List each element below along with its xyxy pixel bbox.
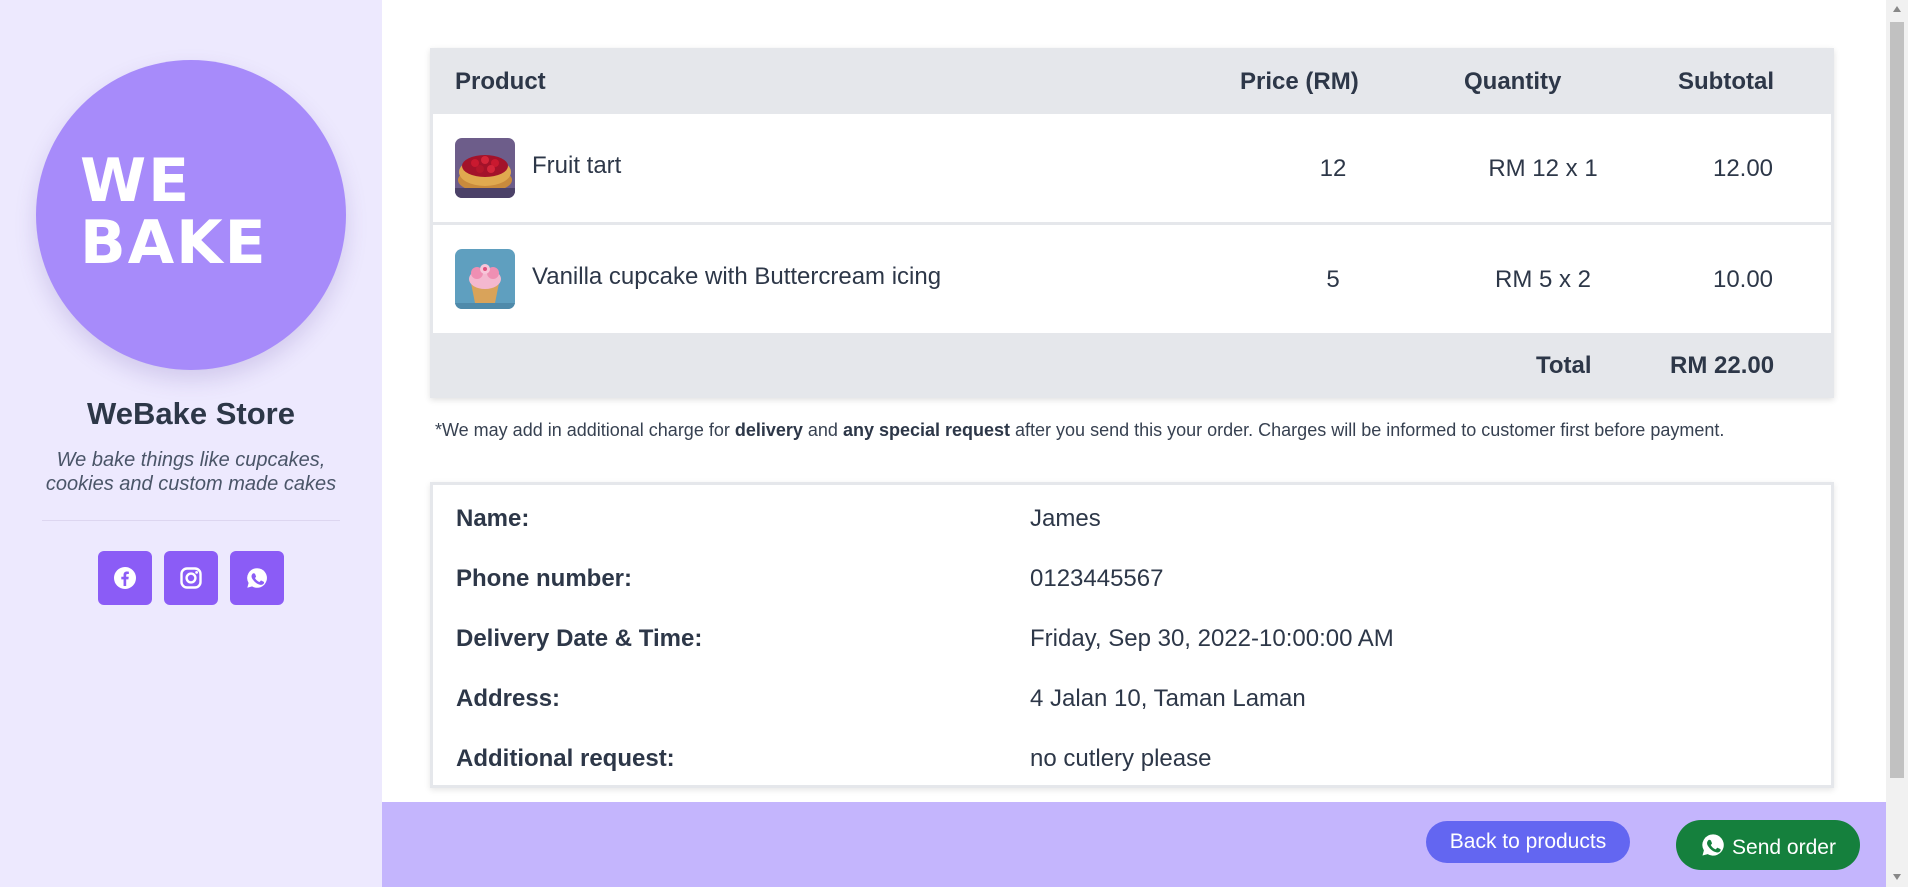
product-price: 12: [1319, 155, 1347, 182]
detail-value-name: James: [1030, 505, 1101, 532]
detail-label-name: Name:: [456, 505, 530, 532]
cart-table-header: Product Price (RM) Quantity Subtotal: [430, 48, 1834, 114]
note-text: *We may add in additional charge for: [435, 420, 735, 440]
cart-row: Fruit tart 12 RM 12 x 1 12.00: [433, 114, 1831, 222]
product-name: Fruit tart: [532, 152, 622, 179]
column-header-quantity: Quantity: [1464, 68, 1562, 95]
whatsapp-icon: [1702, 834, 1724, 856]
store-logo: WE BAKE: [36, 60, 346, 370]
product-quantity: RM 12 x 1: [1488, 155, 1598, 182]
whatsapp-button[interactable]: [230, 551, 284, 605]
scroll-up-arrow-icon[interactable]: [1893, 6, 1901, 12]
note-delivery: delivery: [734, 420, 803, 440]
product-subtotal: 10.00: [1712, 266, 1774, 293]
action-bar: Back to products Send order: [382, 802, 1886, 887]
note-text: and: [802, 420, 843, 440]
whatsapp-icon: [247, 568, 267, 588]
back-to-products-button[interactable]: Back to products: [1426, 821, 1630, 863]
cart-total-row: Total RM 22.00: [430, 334, 1834, 398]
detail-label-delivery: Delivery Date & Time:: [456, 625, 703, 652]
facebook-button[interactable]: [98, 551, 152, 605]
product-quantity: RM 5 x 2: [1494, 266, 1592, 293]
total-value: RM 22.00: [1670, 352, 1775, 379]
detail-label-request: Additional request:: [456, 745, 675, 772]
send-button-label: Send order: [1732, 836, 1836, 859]
column-header-price: Price (RM): [1240, 68, 1359, 95]
sidebar-divider: [42, 520, 340, 521]
instagram-icon: [180, 567, 202, 589]
store-name: WeBake Store: [87, 396, 295, 431]
detail-value-delivery: Friday, Sep 30, 2022-10:00:00 AM: [1030, 625, 1394, 652]
product-price: 5: [1326, 266, 1340, 293]
column-header-product: Product: [455, 68, 546, 95]
logo-text: WE BAKE: [80, 150, 268, 274]
cart-table: Product Price (RM) Quantity Subtotal Fru…: [430, 48, 1834, 398]
detail-label-address: Address:: [456, 685, 561, 712]
order-summary-main: Product Price (RM) Quantity Subtotal Fru…: [382, 0, 1886, 802]
total-label: Total: [1536, 352, 1592, 379]
cart-row: Vanilla cupcake with Buttercream icing 5…: [433, 225, 1831, 333]
send-order-button[interactable]: Send order: [1676, 820, 1860, 870]
additional-charge-note: *We may add in additional charge for del…: [435, 420, 1724, 441]
detail-value-request: no cutlery please: [1030, 745, 1212, 772]
back-button-label: Back to products: [1449, 830, 1607, 853]
product-subtotal: 12.00: [1712, 155, 1774, 182]
logo-line-1: WE: [80, 146, 192, 216]
note-text: after you send this your order. Charges …: [1010, 420, 1725, 440]
facebook-icon: [114, 567, 136, 589]
logo-line-2: BAKE: [80, 208, 268, 278]
fruit-tart-image: [455, 138, 515, 198]
detail-value-address: 4 Jalan 10, Taman Laman: [1030, 685, 1306, 712]
scrollbar-thumb[interactable]: [1890, 22, 1904, 778]
detail-label-phone: Phone number:: [456, 565, 633, 592]
sidebar: WE BAKE WeBake Store We bake things like…: [0, 0, 382, 887]
product-name: Vanilla cupcake with Buttercream icing: [532, 263, 942, 290]
customer-details: Name: James Phone number: 0123445567 Del…: [430, 482, 1834, 788]
scroll-down-arrow-icon[interactable]: [1893, 874, 1901, 880]
vertical-scrollbar[interactable]: [1886, 0, 1908, 887]
instagram-button[interactable]: [164, 551, 218, 605]
cupcake-image: [455, 249, 515, 309]
store-tagline: We bake things like cupcakes, cookies an…: [45, 449, 337, 495]
note-special-request: any special request: [842, 420, 1011, 440]
detail-value-phone: 0123445567: [1030, 565, 1164, 592]
column-header-subtotal: Subtotal: [1678, 68, 1774, 95]
